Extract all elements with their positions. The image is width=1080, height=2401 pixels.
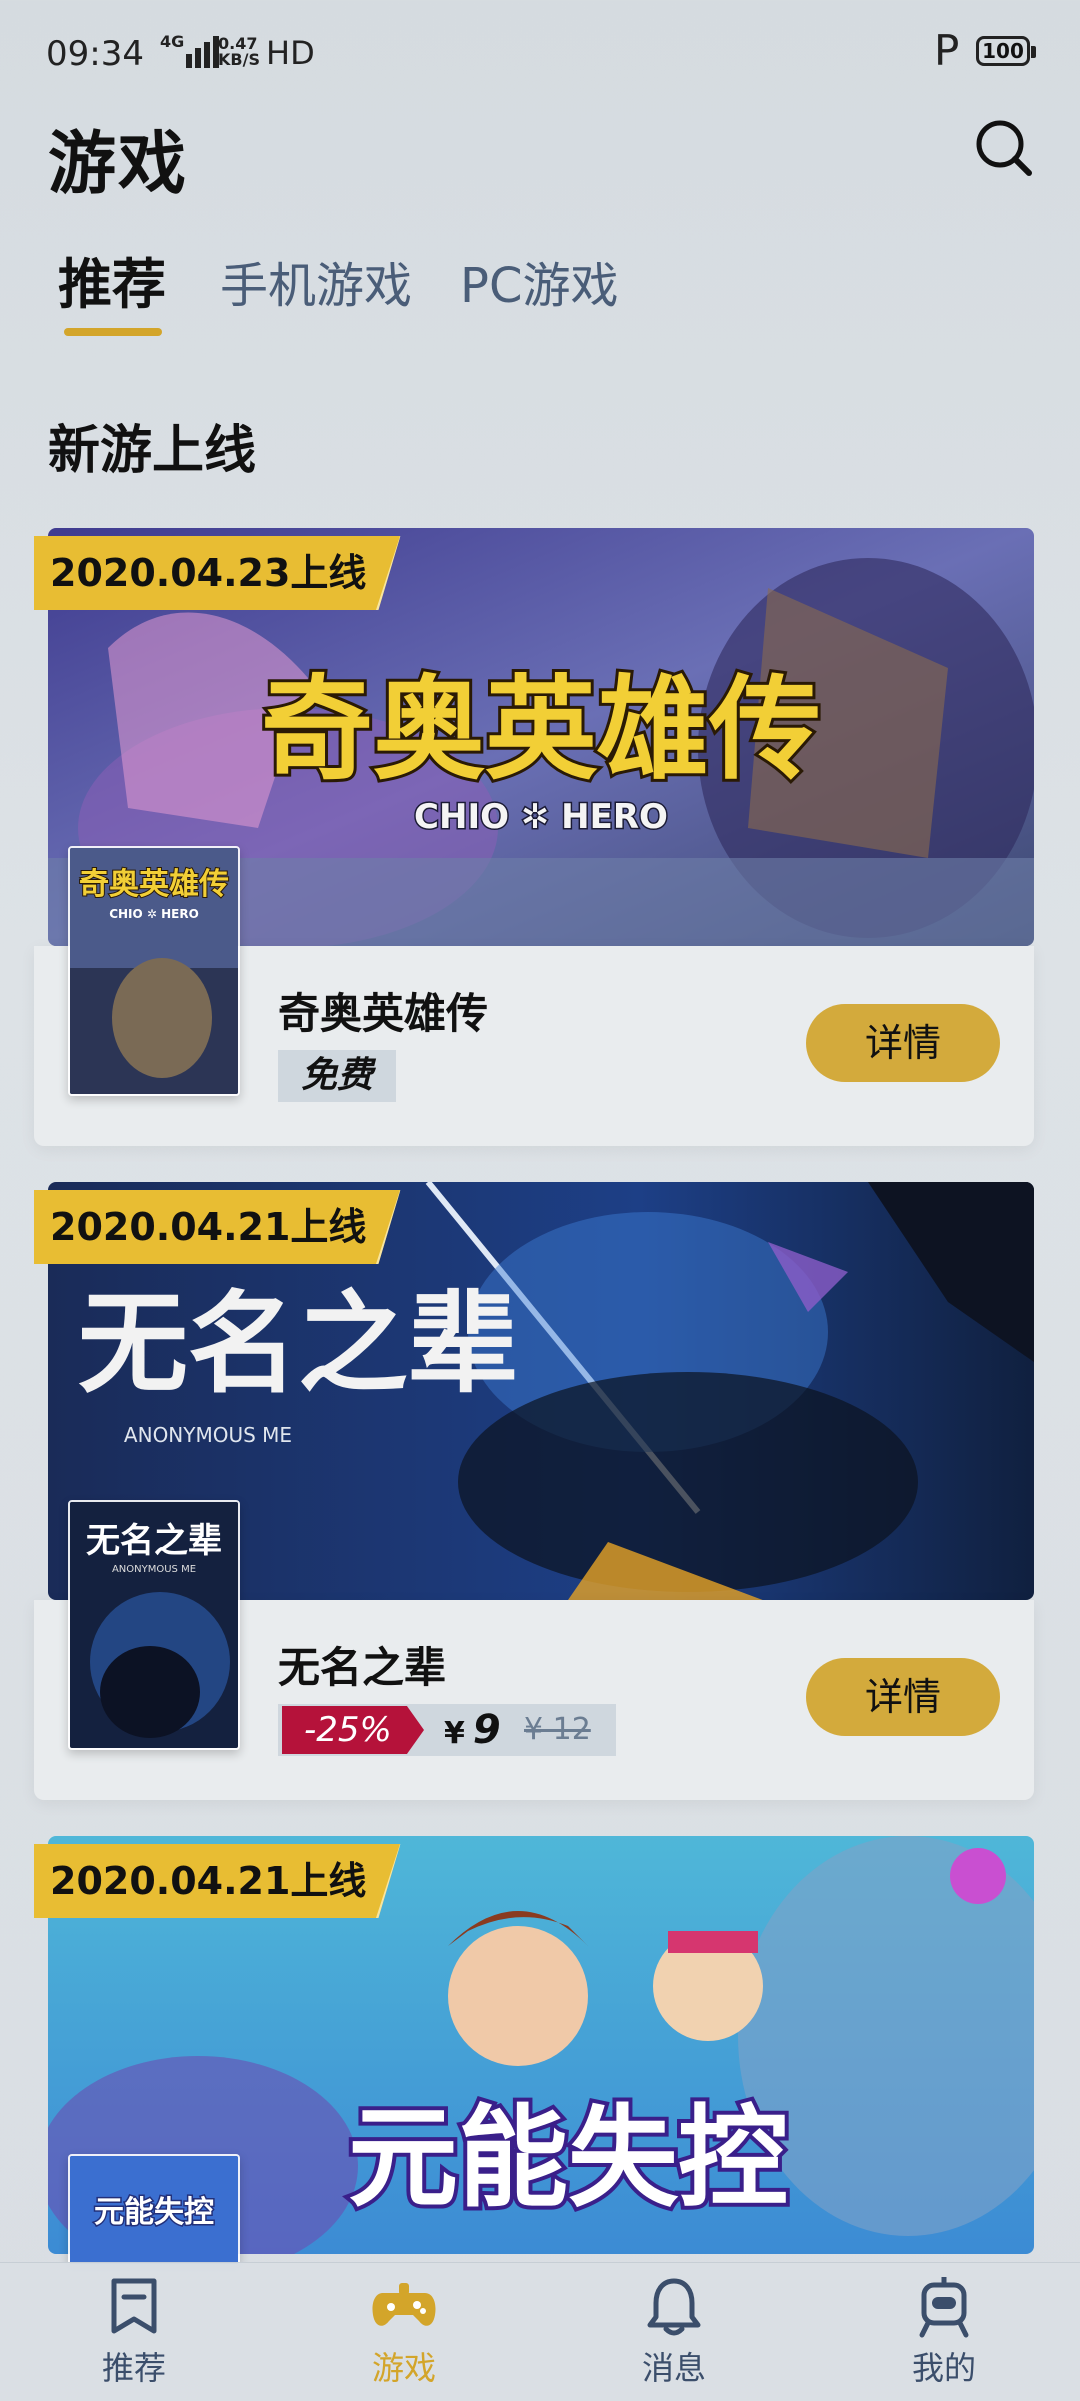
banner-subtitle: ANONYMOUS ME [124, 1423, 292, 1447]
nav-profile[interactable]: 我的 [874, 2275, 1014, 2395]
game-name: 奇奥英雄传 [278, 989, 489, 1038]
bookmark-icon [111, 2278, 157, 2334]
page-title: 游戏 [48, 125, 189, 204]
game-card[interactable]: 元能失控 2020.04.21上线 元能失控 [34, 1836, 1034, 2264]
release-date-badge: 2020.04.21上线 [34, 1844, 401, 1918]
cover-subtitle: CHIO ✲ HERO [109, 907, 199, 921]
tab-recommend[interactable]: 推荐 [58, 240, 166, 319]
nav-games[interactable]: 游戏 [334, 2275, 474, 2395]
game-cover[interactable]: 无名之辈 ANONYMOUS ME [68, 1500, 240, 1750]
status-time: 09:34 [46, 34, 144, 74]
cover-art: 元能失控 [70, 2156, 238, 2264]
price-free-tag: 免费 [278, 1050, 396, 1102]
currency-symbol: ¥ [444, 1716, 465, 1751]
tab-mobile-games[interactable]: 手机游戏 [220, 246, 412, 316]
current-price: ¥9 [444, 1704, 501, 1760]
game-cover[interactable]: 元能失控 [68, 2154, 240, 2264]
status-bar: 09:34 4G 0.47 KB/S HD P 100 [0, 0, 1080, 100]
tab-pc-games[interactable]: PC游戏 [460, 246, 618, 316]
cover-title: 元能失控 [94, 2195, 214, 2230]
speed-unit: KB/S [218, 50, 260, 69]
network-speed: 0.47 KB/S [218, 36, 260, 68]
banner-title: 无名之辈 [78, 1279, 518, 1408]
details-button[interactable]: 详情 [806, 1658, 1000, 1736]
banner-subtitle: CHIO ✲ HERO [414, 797, 668, 837]
game-card[interactable]: 奇奥英雄传 CHIO ✲ HERO 2020.04.23上线 奇奥英雄传 CHI… [34, 528, 1034, 1146]
discount-badge: -25% [282, 1706, 424, 1754]
cover-title: 奇奥英雄传 [79, 867, 229, 902]
release-date-badge: 2020.04.23上线 [34, 536, 401, 610]
release-date-badge: 2020.04.21上线 [34, 1190, 401, 1264]
banner-title: 元能失控 [348, 2094, 788, 2222]
details-button[interactable]: 详情 [806, 1004, 1000, 1082]
bell-icon [647, 2278, 701, 2336]
price-tag: -25% ¥9 ¥ 12 [278, 1704, 616, 1756]
bottom-navigation: 推荐 游戏 消息 我的 [0, 2262, 1080, 2401]
game-name: 无名之辈 [278, 1643, 447, 1692]
nav-label: 我的 [911, 2349, 976, 2387]
original-price: ¥ 12 [524, 1712, 591, 1747]
cover-art: 无名之辈 ANONYMOUS ME [70, 1502, 238, 1748]
banner-title: 奇奥英雄传 [261, 665, 821, 795]
section-title: 新游上线 [48, 421, 257, 481]
game-card[interactable]: 无名之辈 ANONYMOUS ME 2020.04.21上线 无名之辈 ANON… [34, 1182, 1034, 1800]
parking-indicator: P [934, 26, 960, 75]
active-tab-indicator [64, 328, 162, 336]
battery-icon: 100 [976, 36, 1036, 66]
nav-recommend[interactable]: 推荐 [64, 2275, 204, 2395]
nav-label: 推荐 [101, 2349, 166, 2387]
robot-avatar-icon [919, 2277, 969, 2338]
network-type: 4G [160, 32, 185, 51]
cover-art: 奇奥英雄传 CHIO ✲ HERO [70, 848, 238, 1094]
hd-indicator: HD [266, 34, 315, 72]
search-icon[interactable] [974, 118, 1034, 178]
nav-label: 消息 [641, 2349, 706, 2387]
gamepad-icon [372, 2283, 436, 2326]
cover-subtitle: ANONYMOUS ME [112, 1564, 196, 1575]
current-price-value: 9 [472, 1707, 501, 1753]
cover-title: 无名之辈 [86, 1521, 222, 1561]
game-cover[interactable]: 奇奥英雄传 CHIO ✲ HERO [68, 846, 240, 1096]
nav-messages[interactable]: 消息 [604, 2275, 744, 2395]
nav-label: 游戏 [371, 2349, 436, 2387]
